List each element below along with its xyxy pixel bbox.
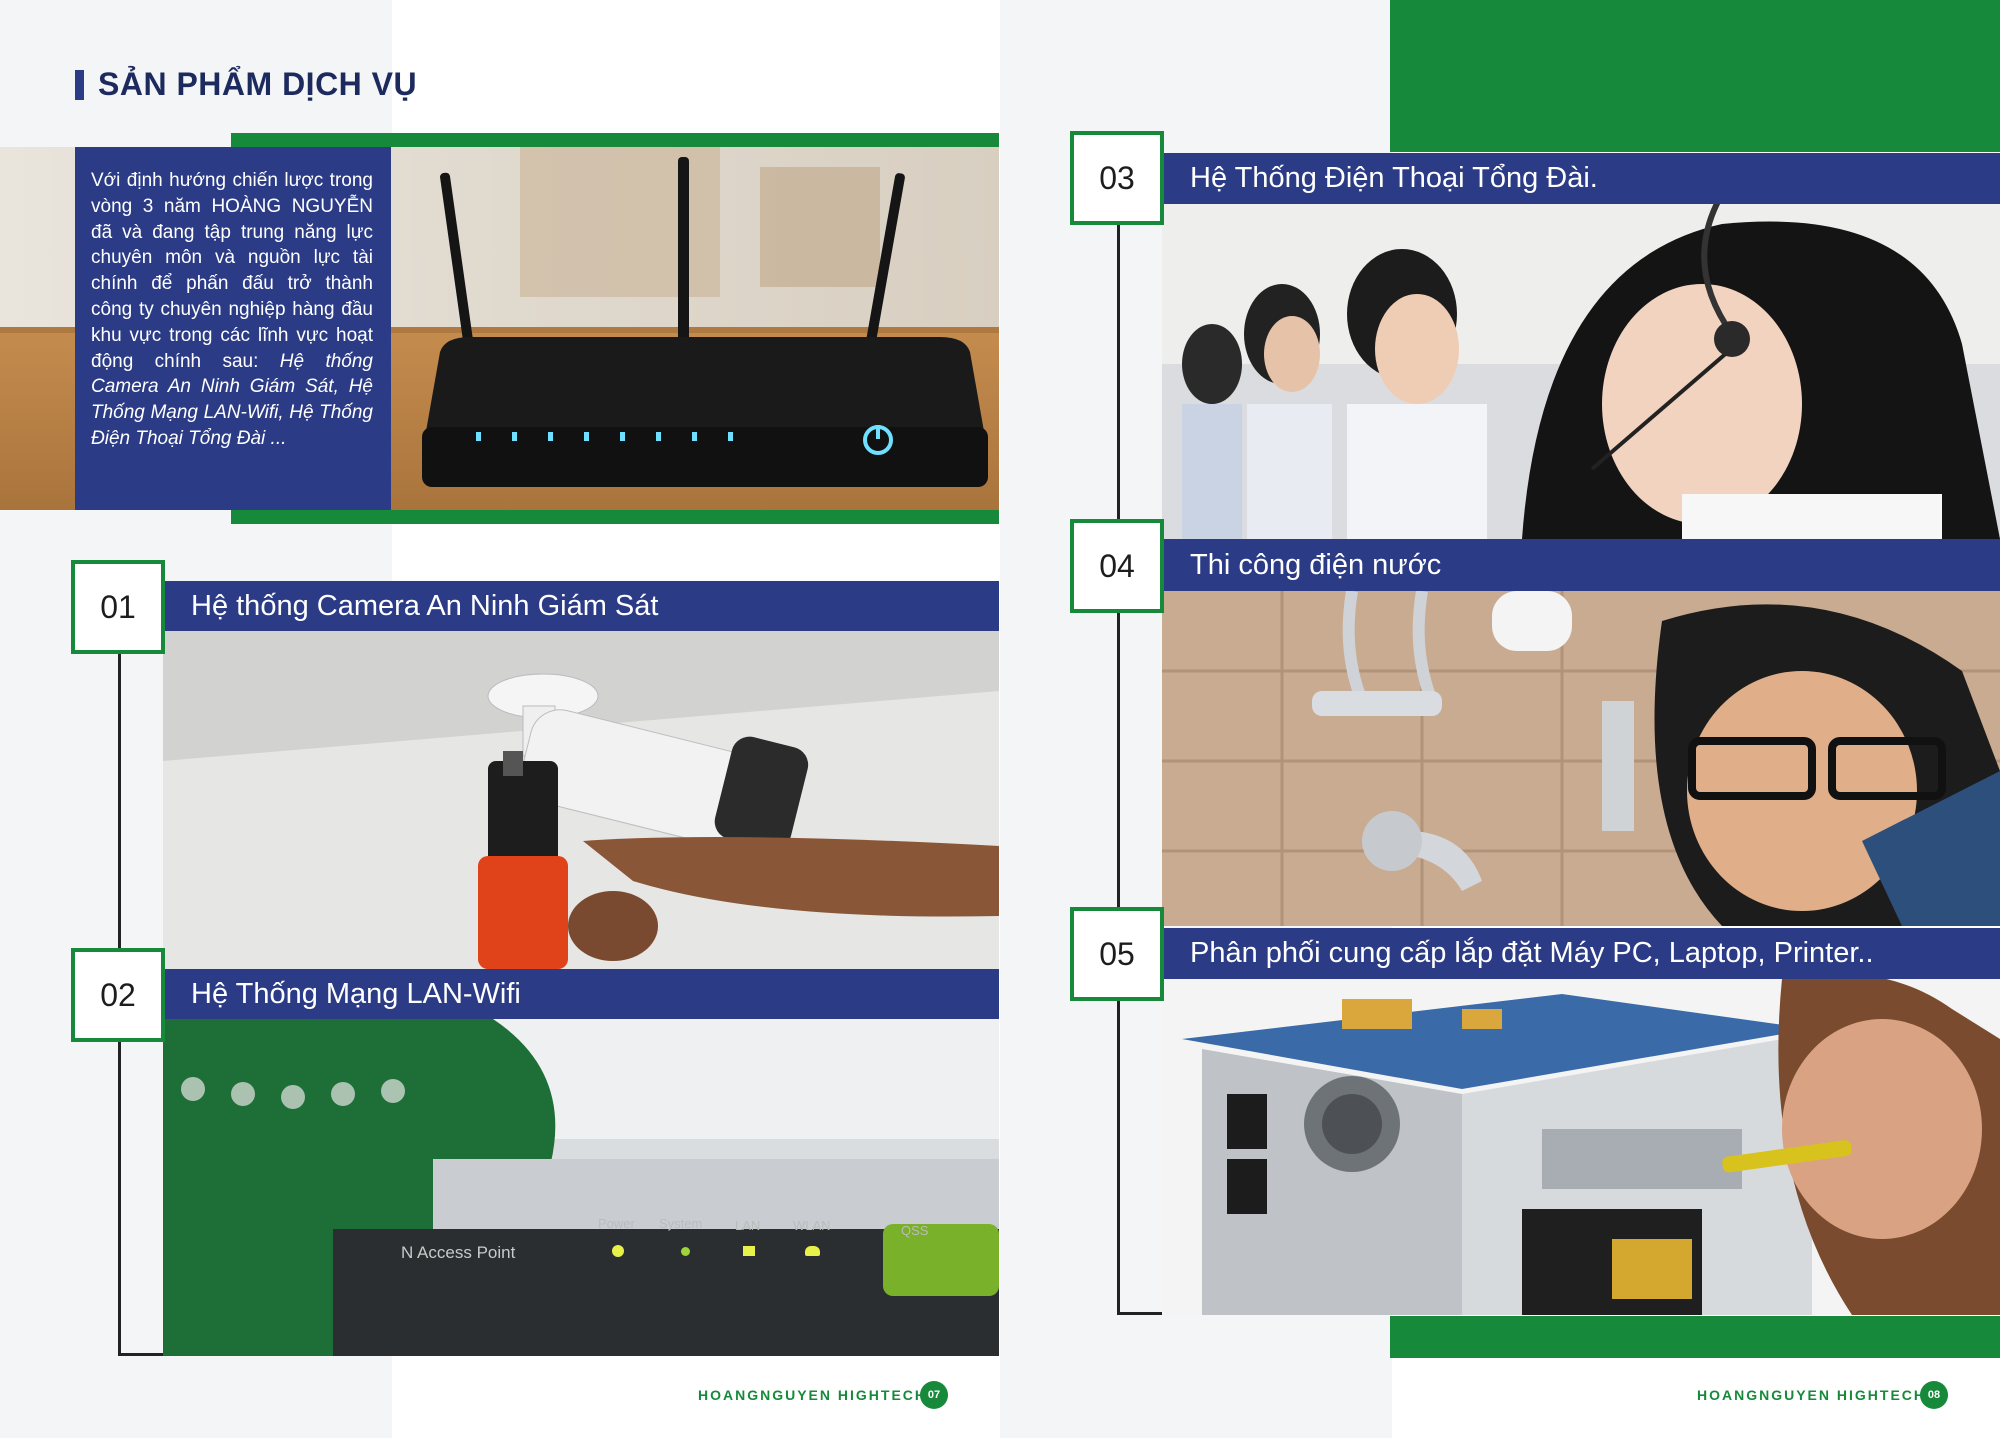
page-title: SẢN PHẨM DỊCH VỤ bbox=[98, 66, 418, 102]
service-05-label: Phân phối cung cấp lắp đặt Máy PC, Lapto… bbox=[1162, 928, 2000, 979]
timeline-end-left bbox=[118, 1353, 163, 1356]
led-label-system: System bbox=[659, 1216, 703, 1231]
service-01-photo bbox=[163, 631, 999, 969]
led-label-power: Power bbox=[598, 1216, 635, 1231]
title-accent-bar bbox=[75, 70, 84, 100]
intro-plain-text: Với định hướng chiến lược trong vòng 3 n… bbox=[91, 170, 373, 372]
service-05-photo bbox=[1162, 979, 2000, 1315]
service-02-label: Hệ Thống Mạng LAN-Wifi bbox=[163, 969, 999, 1019]
led-lan-light bbox=[743, 1246, 755, 1256]
led-label-lan: LAN bbox=[735, 1218, 761, 1233]
intro-top-green-bar bbox=[231, 133, 999, 147]
led-label-wlan: WLAN bbox=[793, 1218, 831, 1233]
led-wlan-light bbox=[805, 1246, 820, 1256]
footer-brand-left: HOANGNGUYEN HIGHTECH bbox=[698, 1387, 928, 1403]
service-04-number: 04 bbox=[1070, 519, 1164, 613]
timeline-end-right bbox=[1117, 1312, 1162, 1315]
service-02-number: 02 bbox=[71, 948, 165, 1042]
top-right-green-block bbox=[1390, 0, 2000, 152]
service-05-number: 05 bbox=[1070, 907, 1164, 1001]
intro-paragraph: Với định hướng chiến lược trong vòng 3 n… bbox=[91, 168, 373, 452]
router-brand-text: N Access Point bbox=[401, 1243, 516, 1262]
intro-bottom-green-bar bbox=[231, 510, 999, 524]
service-03-number: 03 bbox=[1070, 131, 1164, 225]
led-system-light bbox=[681, 1247, 690, 1256]
footer-brand-right: HOANGNGUYEN HIGHTECH bbox=[1697, 1387, 1927, 1403]
router-illustration bbox=[400, 147, 999, 510]
service-01-label: Hệ thống Camera An Ninh Giám Sát bbox=[163, 581, 999, 631]
service-01-number: 01 bbox=[71, 560, 165, 654]
service-04-photo bbox=[1162, 591, 2000, 926]
timeline-line-right bbox=[1117, 225, 1120, 1315]
led-power-light bbox=[612, 1245, 624, 1257]
page-number-right: 08 bbox=[1920, 1381, 1948, 1409]
bottom-right-green-block bbox=[1390, 1316, 2000, 1358]
service-04-label: Thi công điện nước bbox=[1162, 539, 2000, 591]
page-number-left: 07 bbox=[920, 1381, 948, 1409]
service-03-photo bbox=[1162, 204, 2000, 539]
led-label-qss: QSS bbox=[901, 1223, 929, 1238]
router-front-panel: N Access Point Power System LAN WLAN QSS bbox=[163, 1019, 999, 1356]
service-03-label: Hệ Thống Điện Thoại Tổng Đài. bbox=[1162, 153, 2000, 204]
